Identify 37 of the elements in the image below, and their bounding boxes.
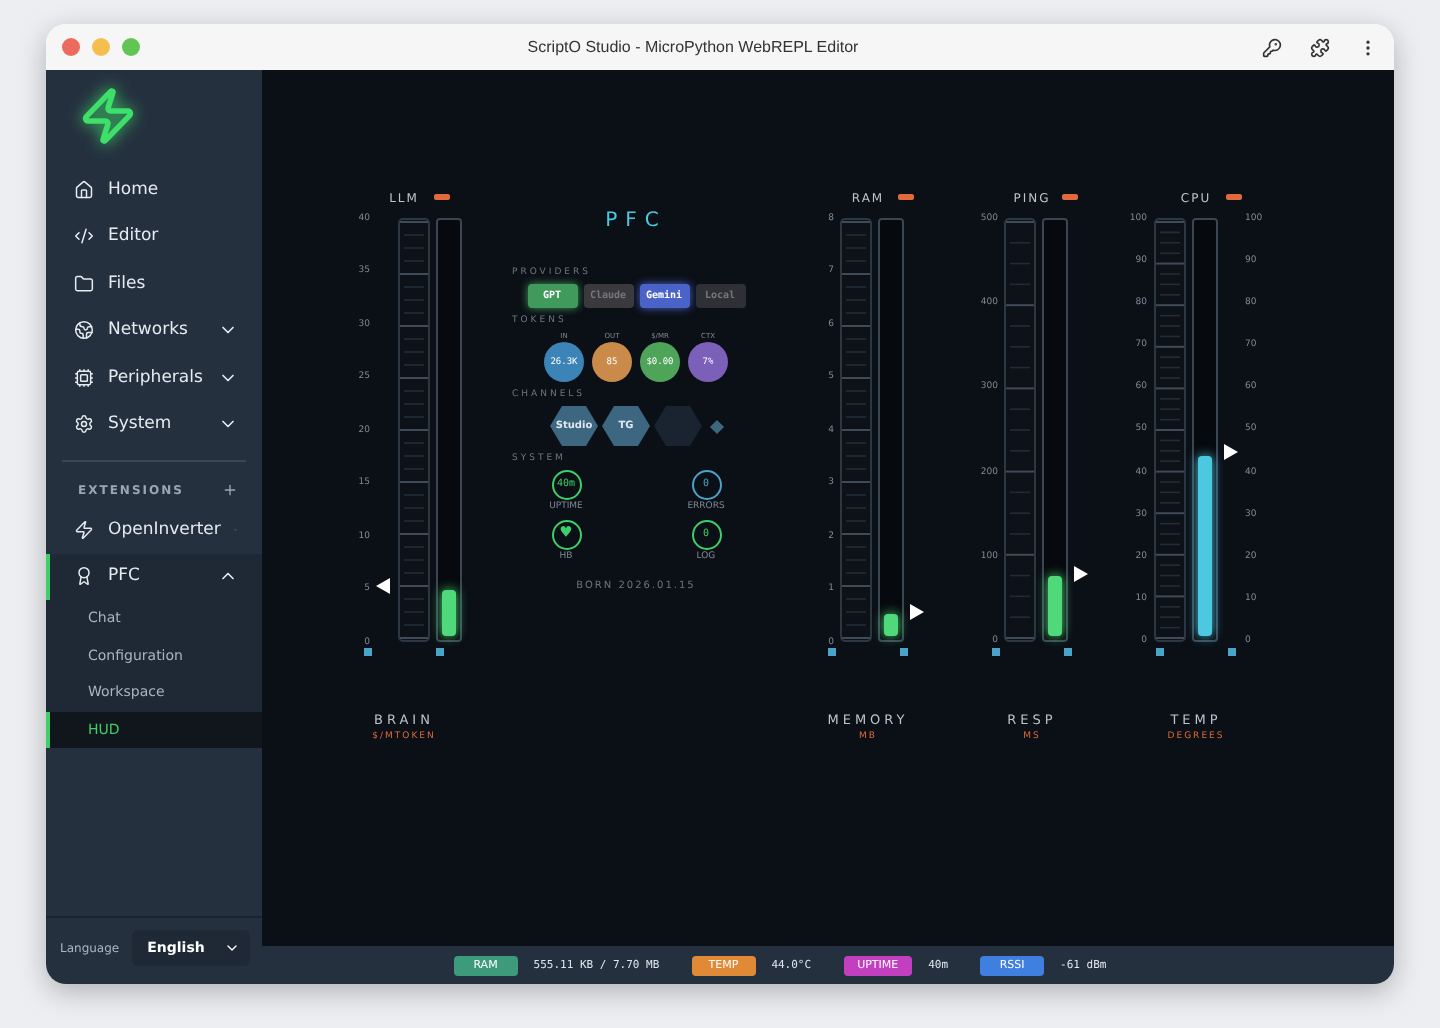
home-icon [74,179,94,200]
marker-square [900,648,908,656]
lightning-logo-icon [78,86,138,146]
globe-icon [74,320,94,341]
marker-square [992,648,1000,656]
add-icon[interactable] [222,482,238,498]
nav-item[interactable]: Peripherals [46,354,262,401]
status-led [434,194,450,200]
status-led [898,194,914,200]
chevron-icon [224,940,240,956]
award-icon [74,566,94,587]
lightning-icon [74,519,94,540]
nav-item[interactable]: Networks [46,307,262,354]
marker-square [1064,648,1072,656]
close-button[interactable] [62,38,80,56]
status-led [1226,194,1242,200]
window-title: ScriptO Studio - MicroPython WebREPL Editor [525,38,861,56]
marker-square [364,648,372,656]
nav-item[interactable]: Editor [46,213,262,260]
heart-ring: ♥ [551,520,581,550]
key-icon[interactable] [1262,37,1282,57]
settings-icon [74,414,94,435]
nav-item[interactable]: System [46,401,262,448]
nav-item[interactable]: OpenInverter [46,506,262,553]
nav-item[interactable]: PFC [46,553,262,600]
panel-title: PFC [605,210,667,232]
nav-item[interactable]: Files [46,260,262,307]
nav-item[interactable]: Home [46,166,262,213]
marker-square [828,648,836,656]
marker-square [1156,648,1164,656]
chip-icon [74,367,94,388]
marker-square [1228,648,1236,656]
puzzle-icon[interactable] [1310,37,1330,57]
folder-icon [74,273,94,294]
status-led [1062,194,1078,200]
code-icon [74,226,94,247]
marker-square [436,648,444,656]
